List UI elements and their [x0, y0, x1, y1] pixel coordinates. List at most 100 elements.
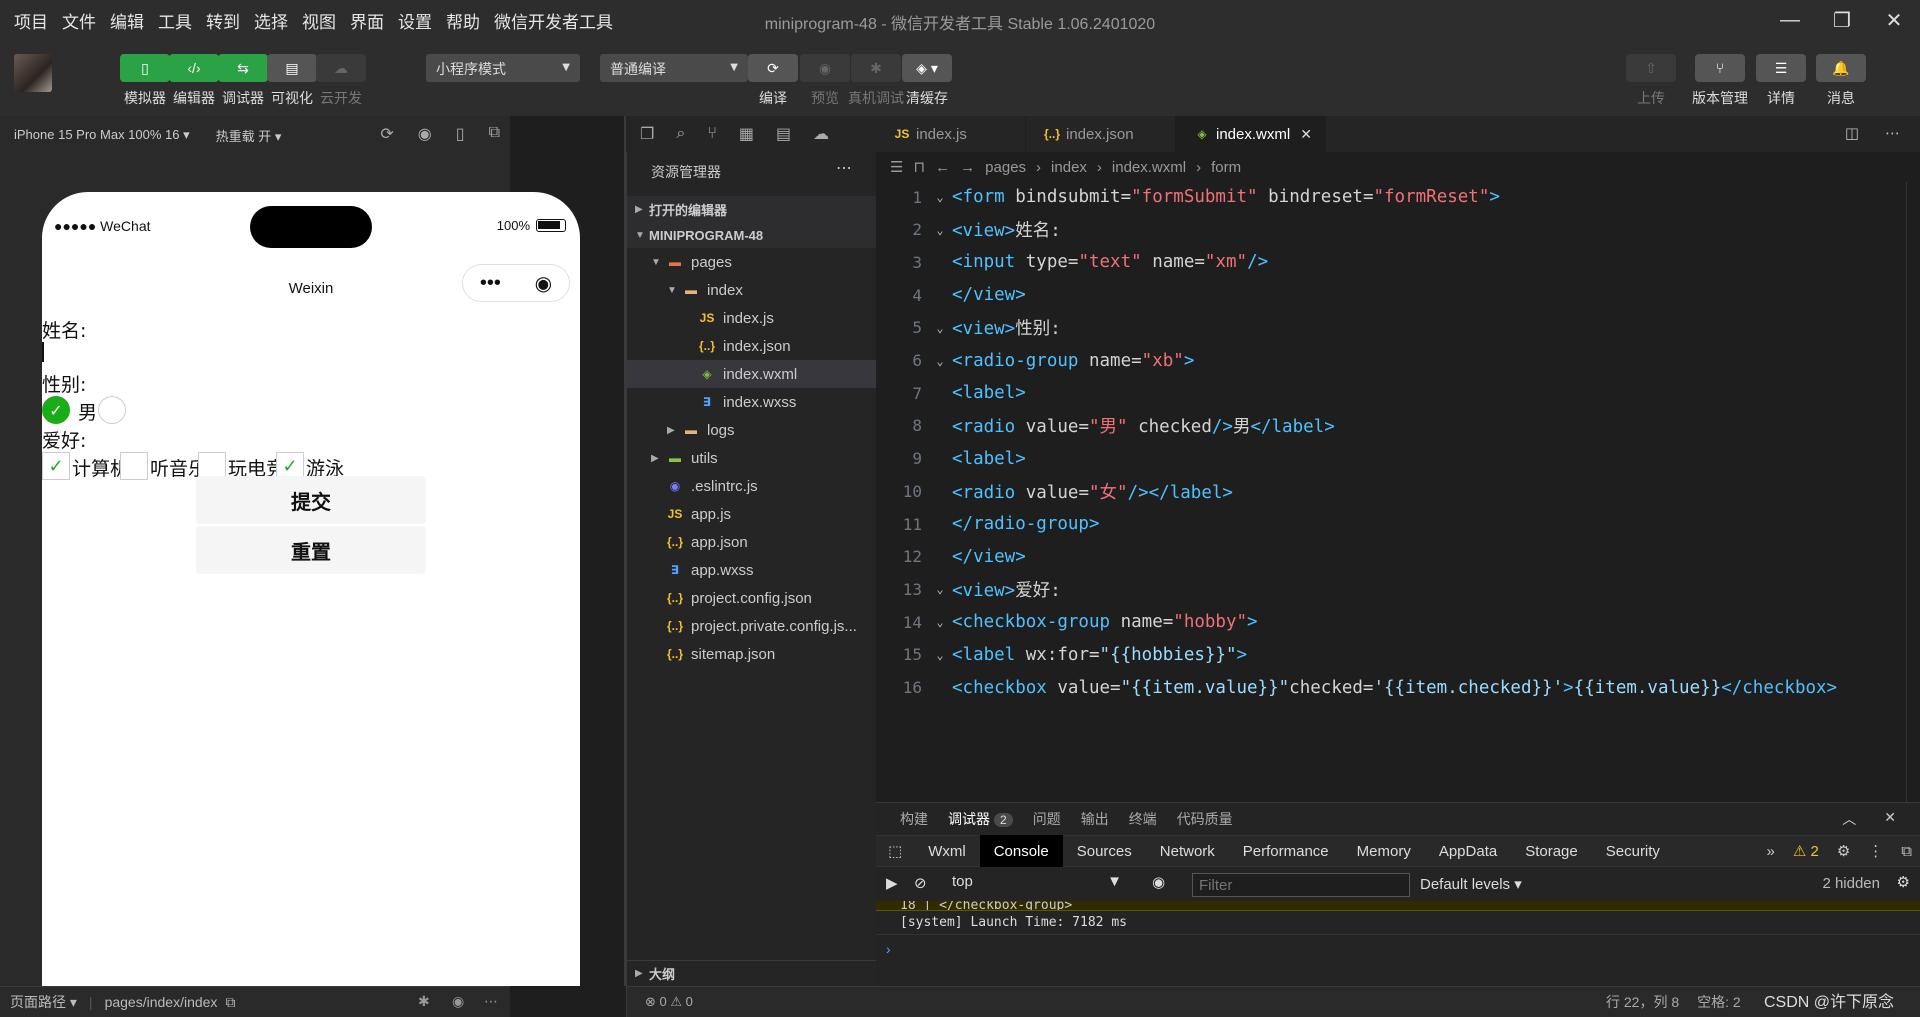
- name-input[interactable]: [42, 342, 44, 362]
- more-icon[interactable]: ⋯: [1885, 124, 1900, 142]
- menu-icon[interactable]: ☰: [1756, 54, 1806, 82]
- fold-chevron-icon[interactable]: ⌄: [928, 223, 952, 237]
- file-item[interactable]: {..} project.config.json: [627, 584, 876, 612]
- split-editor-icon[interactable]: ◫: [1845, 124, 1859, 142]
- file-item[interactable]: ◈ index.wxml: [627, 360, 876, 388]
- docker-icon[interactable]: ☁: [813, 124, 829, 144]
- folder-item[interactable]: ▶ ▬ utils: [627, 444, 876, 472]
- layout-icon[interactable]: ▤: [267, 54, 317, 82]
- storage-icon[interactable]: ▤: [776, 124, 791, 144]
- folder-item[interactable]: ▶ ▬ logs: [627, 416, 876, 444]
- upload-icon[interactable]: ⇧: [1626, 54, 1676, 82]
- cloud-icon[interactable]: ☁: [316, 54, 366, 82]
- filter-input[interactable]: [1192, 873, 1410, 897]
- menu-item[interactable]: 界面: [350, 8, 384, 33]
- toolbar-button-2[interactable]: ‹/› 编辑器: [169, 54, 219, 108]
- toolbar-button-4[interactable]: ◈ ▾ 清缓存: [902, 54, 952, 108]
- toolbar-button-5[interactable]: ☁ 云开发: [316, 54, 366, 108]
- warning-count[interactable]: ⚠ 2: [1793, 842, 1819, 860]
- menu-item[interactable]: 文件: [62, 8, 96, 33]
- folder-item[interactable]: ▼ ▬ index: [627, 276, 876, 304]
- capsule-menu[interactable]: ••• ◉: [462, 264, 570, 302]
- devtools-tab[interactable]: Wxml: [914, 835, 980, 867]
- files-icon[interactable]: ❐: [640, 124, 654, 144]
- copy-icon[interactable]: ⧉: [225, 994, 235, 1011]
- debug-icon[interactable]: ⇆: [218, 54, 268, 82]
- list-icon[interactable]: ☰: [890, 158, 903, 176]
- editor-tab[interactable]: ◈ index.wxml ✕: [1176, 116, 1326, 152]
- devtools-tab[interactable]: Memory: [1343, 835, 1425, 867]
- bell-icon[interactable]: 🔔: [1816, 54, 1866, 82]
- fold-chevron-icon[interactable]: ⌄: [928, 582, 952, 596]
- breadcrumb-item[interactable]: form: [1211, 159, 1241, 176]
- folder-item[interactable]: ▼ ▬ pages: [627, 248, 876, 276]
- stop-icon[interactable]: ◉: [418, 124, 432, 144]
- menu-item[interactable]: 设置: [398, 8, 432, 33]
- chevron-up-icon[interactable]: ︿: [1842, 809, 1856, 829]
- extensions-icon[interactable]: ▦: [739, 124, 754, 144]
- eye-icon[interactable]: ◉: [1152, 873, 1165, 891]
- project-section[interactable]: ▼ MINIPROGRAM-48: [627, 222, 876, 248]
- popout-icon[interactable]: ⧉: [489, 124, 500, 144]
- forward-icon[interactable]: →: [960, 159, 975, 176]
- minimize-icon[interactable]: —: [1764, 0, 1816, 40]
- devtools-tab[interactable]: Performance: [1229, 835, 1343, 867]
- toolbar-button-2[interactable]: ◉ 预览: [800, 54, 850, 108]
- reset-button[interactable]: 重置: [196, 526, 426, 574]
- fold-chevron-icon[interactable]: ⌄: [928, 648, 952, 662]
- file-item[interactable]: {..} index.json: [627, 332, 876, 360]
- reload-icon[interactable]: ⟳: [380, 124, 393, 144]
- menu-item[interactable]: 编辑: [110, 8, 144, 33]
- mode-select[interactable]: 小程序模式 ▼: [426, 54, 580, 82]
- toolbar-button-4[interactable]: 🔔 消息: [1816, 54, 1866, 108]
- hot-reload-toggle[interactable]: 热重载 开 ▾: [216, 126, 282, 145]
- breadcrumb-item[interactable]: pages: [985, 159, 1026, 176]
- radio-female[interactable]: [98, 396, 126, 424]
- panel-tab[interactable]: 输出: [1081, 809, 1109, 829]
- indent-spaces[interactable]: 空格: 2: [1697, 992, 1741, 1012]
- avatar[interactable]: [14, 54, 52, 92]
- close-icon[interactable]: ✕: [1300, 126, 1312, 143]
- panel-tab[interactable]: 问题: [1033, 809, 1061, 829]
- fold-chevron-icon[interactable]: ⌄: [928, 615, 952, 629]
- eye-icon[interactable]: ◉: [452, 993, 464, 1010]
- kebab-icon[interactable]: ⋮: [1868, 842, 1883, 860]
- file-item[interactable]: ∃ app.wxss: [627, 556, 876, 584]
- toolbar-button-4[interactable]: ▤ 可视化: [267, 54, 317, 108]
- breadcrumb-item[interactable]: index.wxml: [1112, 159, 1186, 176]
- editor-tab[interactable]: {..} index.json: [1026, 116, 1176, 152]
- panel-tab[interactable]: 代码质量: [1177, 809, 1233, 829]
- breadcrumb-item[interactable]: index: [1051, 159, 1087, 176]
- eye-icon[interactable]: ◉: [800, 54, 850, 82]
- bookmark-icon[interactable]: ⊓: [913, 158, 925, 176]
- panel-tab[interactable]: 构建: [900, 809, 928, 829]
- editor-scrollbar[interactable]: [1906, 182, 1920, 802]
- menu-item[interactable]: 微信开发者工具: [494, 8, 613, 33]
- refresh-icon[interactable]: ⟳: [748, 54, 798, 82]
- bug-icon[interactable]: ✱: [851, 54, 901, 82]
- hobby-checkbox[interactable]: [120, 452, 148, 480]
- gear-icon[interactable]: ⚙: [1897, 873, 1910, 891]
- devtools-tab[interactable]: Security: [1592, 835, 1674, 867]
- code-area[interactable]: 1 ⌄ <form bindsubmit="formSubmit" bindrese…: [876, 182, 1920, 802]
- toolbar-button-1[interactable]: ⟳ 编译: [748, 54, 798, 108]
- toolbar-button-1[interactable]: ▯ 模拟器: [120, 54, 170, 108]
- menu-item[interactable]: 转到: [206, 8, 240, 33]
- compile-select[interactable]: 普通编译 ▼: [600, 54, 748, 82]
- context-select[interactable]: top ▼: [952, 873, 1122, 890]
- file-item[interactable]: ◉ .eslintrc.js: [627, 472, 876, 500]
- page-path-select[interactable]: 页面路径 ▾: [10, 992, 77, 1012]
- dock-icon[interactable]: ⧉: [1901, 843, 1912, 860]
- file-item[interactable]: JS index.js: [627, 304, 876, 332]
- file-item[interactable]: {..} sitemap.json: [627, 640, 876, 668]
- file-item[interactable]: JS app.js: [627, 500, 876, 528]
- file-item[interactable]: {..} app.json: [627, 528, 876, 556]
- submit-button[interactable]: 提交: [196, 476, 426, 524]
- cursor-position[interactable]: 行 22，列 8: [1606, 992, 1679, 1012]
- toolbar-button-3[interactable]: ⇆ 调试器: [218, 54, 268, 108]
- more-icon[interactable]: ⋯: [484, 993, 498, 1010]
- menu-item[interactable]: 项目: [14, 8, 48, 33]
- layers-icon[interactable]: ◈ ▾: [902, 54, 952, 82]
- close-icon[interactable]: ✕: [1868, 0, 1920, 40]
- gear-icon[interactable]: ⚙: [1837, 842, 1850, 860]
